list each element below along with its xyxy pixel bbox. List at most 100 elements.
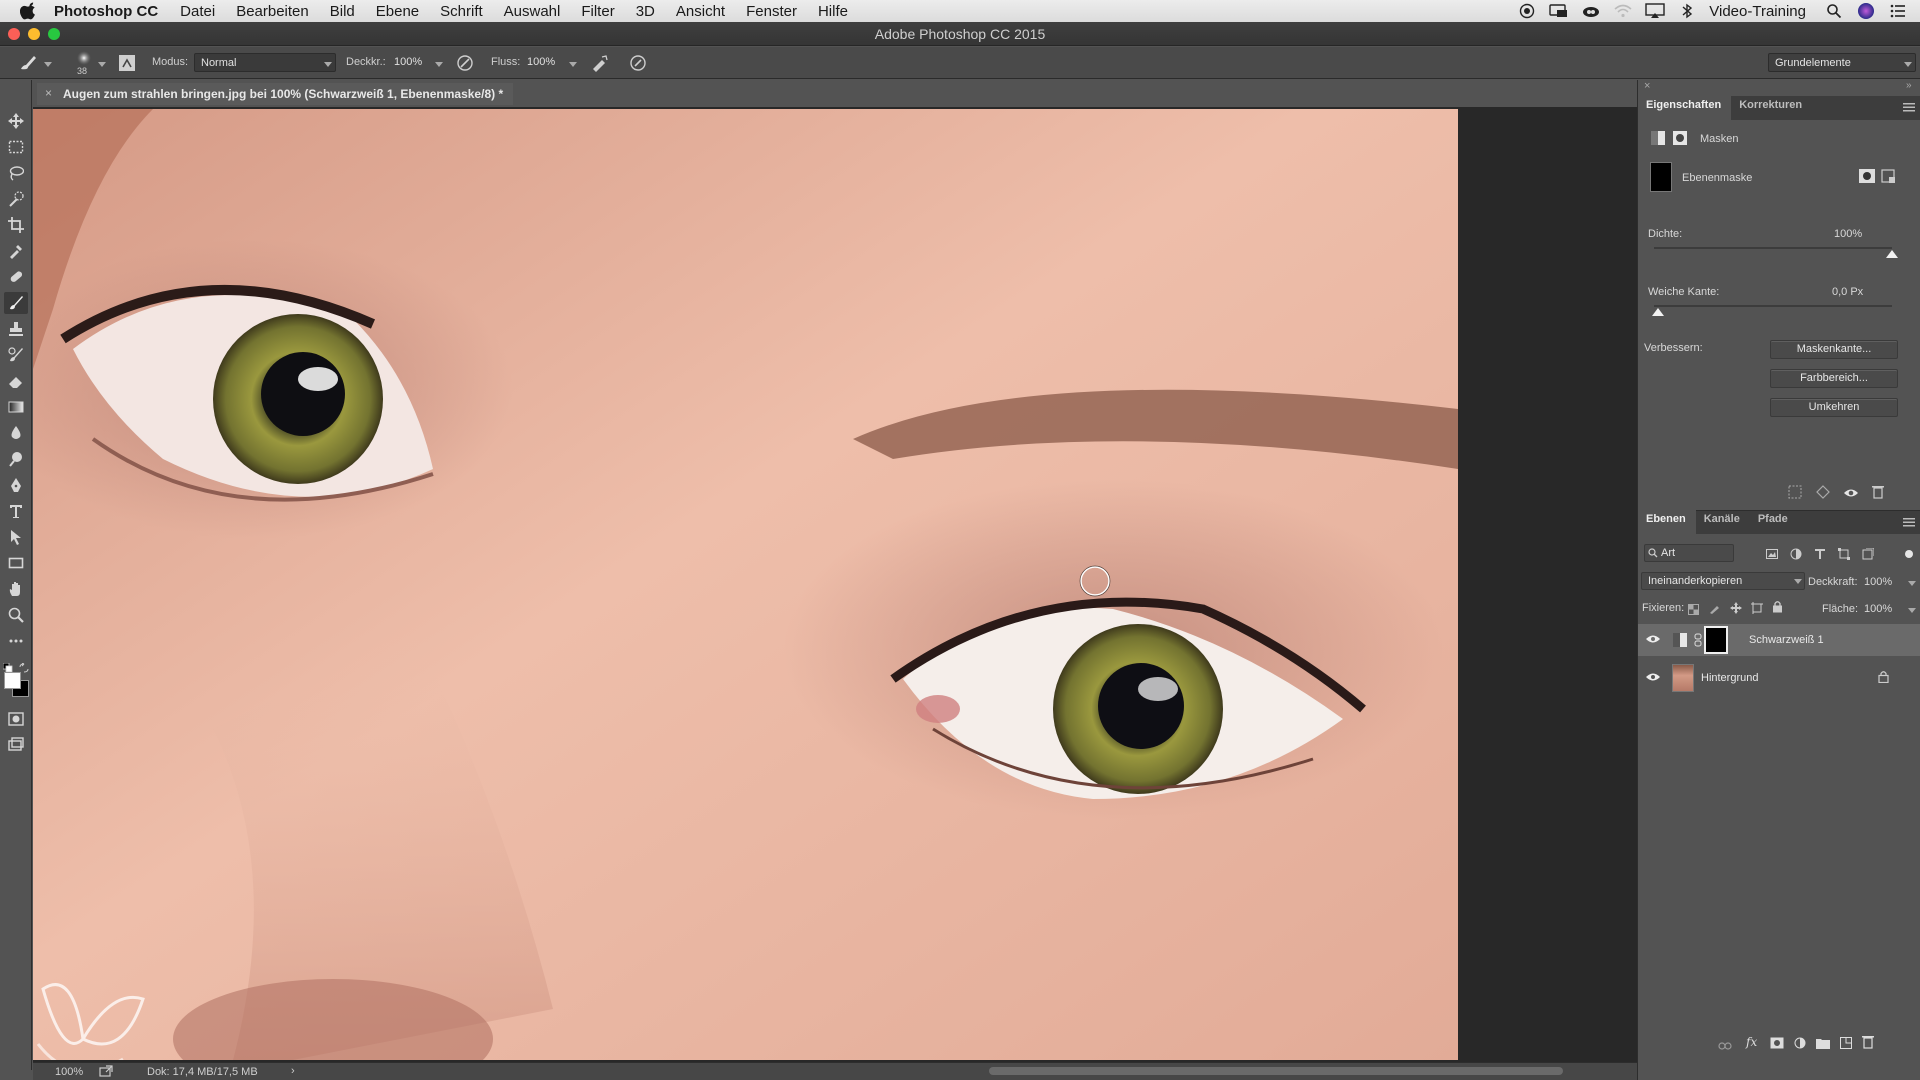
menu-bearbeiten[interactable]: Bearbeiten xyxy=(236,3,309,20)
flow-dropdown[interactable] xyxy=(569,62,577,67)
menu-3d[interactable]: 3D xyxy=(636,3,655,20)
tab-ebenen[interactable]: Ebenen xyxy=(1638,510,1696,534)
brush-panel-toggle-icon[interactable] xyxy=(118,54,136,75)
rectangle-tool-icon[interactable] xyxy=(4,552,28,574)
load-selection-icon[interactable] xyxy=(1788,485,1802,504)
menu-bild[interactable]: Bild xyxy=(330,3,355,20)
lock-transparency-icon[interactable] xyxy=(1688,602,1699,620)
workspace-switcher[interactable]: Grundelemente xyxy=(1768,53,1916,72)
tool-preset-dropdown[interactable] xyxy=(44,62,52,67)
healing-brush-tool-icon[interactable] xyxy=(4,266,28,288)
brush-tool-icon[interactable] xyxy=(4,292,28,314)
menu-datei[interactable]: Datei xyxy=(180,3,215,20)
airbrush-icon[interactable] xyxy=(590,54,608,75)
panel-close-icon[interactable]: × xyxy=(1644,80,1650,92)
filter-toggle-icon[interactable] xyxy=(1904,546,1914,564)
quick-selection-tool-icon[interactable] xyxy=(4,188,28,210)
tab-kanaele[interactable]: Kanäle xyxy=(1696,510,1750,534)
hand-tool-icon[interactable] xyxy=(4,578,28,600)
lock-pixels-icon[interactable] xyxy=(1709,601,1721,619)
layers-menu-icon[interactable] xyxy=(1903,517,1915,530)
siri-icon[interactable] xyxy=(1856,3,1876,19)
toggle-mask-visibility-icon[interactable] xyxy=(1843,486,1859,504)
link-layers-icon[interactable] xyxy=(1718,1038,1732,1056)
filter-shape-icon[interactable] xyxy=(1838,547,1850,565)
clone-stamp-tool-icon[interactable] xyxy=(4,318,28,340)
mode-select[interactable]: Normal xyxy=(194,53,336,72)
spotlight-search-icon[interactable] xyxy=(1824,3,1844,19)
status-menu-arrow[interactable]: › xyxy=(291,1065,295,1077)
mask-link-icon[interactable] xyxy=(1694,633,1702,650)
add-vector-mask-icon[interactable] xyxy=(1880,168,1896,189)
blend-mode-select[interactable]: Ineinanderkopieren xyxy=(1641,572,1805,590)
history-brush-tool-icon[interactable] xyxy=(4,344,28,366)
notification-center-icon[interactable] xyxy=(1888,3,1908,19)
fill-caret[interactable] xyxy=(1908,608,1916,613)
new-group-icon[interactable] xyxy=(1816,1036,1830,1054)
pressure-opacity-icon[interactable] xyxy=(456,54,474,75)
menu-filter[interactable]: Filter xyxy=(581,3,614,20)
add-mask-icon[interactable] xyxy=(1770,1036,1784,1054)
pixel-mask-icon[interactable] xyxy=(1650,130,1666,151)
tab-korrekturen[interactable]: Korrekturen xyxy=(1731,96,1812,120)
bluetooth-icon[interactable] xyxy=(1677,3,1697,19)
panel-collapse-icon[interactable]: » xyxy=(1906,80,1912,91)
opacity-dropdown[interactable] xyxy=(435,62,443,67)
layer-mask-thumbnail[interactable] xyxy=(1704,626,1728,654)
feather-slider-track[interactable] xyxy=(1654,305,1892,307)
layer-style-icon[interactable]: fx xyxy=(1746,1035,1757,1049)
filter-type-icon[interactable] xyxy=(1814,547,1826,565)
close-document-icon[interactable]: × xyxy=(45,86,52,100)
screen-mode-icon[interactable] xyxy=(4,734,28,756)
marquee-tool-icon[interactable] xyxy=(4,136,28,158)
eraser-tool-icon[interactable] xyxy=(4,370,28,392)
user-menu[interactable]: Video-Training xyxy=(1709,3,1806,20)
canvas-area[interactable] xyxy=(33,107,1637,1062)
menu-auswahl[interactable]: Auswahl xyxy=(504,3,561,20)
crop-tool-icon[interactable] xyxy=(4,214,28,236)
airplay-icon[interactable] xyxy=(1645,3,1665,19)
menu-schrift[interactable]: Schrift xyxy=(440,3,483,20)
opacity-value[interactable]: 100% xyxy=(394,56,422,68)
display-icon[interactable] xyxy=(1549,3,1569,19)
delete-mask-icon[interactable] xyxy=(1872,485,1884,504)
feather-slider-thumb[interactable] xyxy=(1652,308,1664,316)
new-adjustment-layer-icon[interactable] xyxy=(1794,1036,1806,1054)
tab-eigenschaften[interactable]: Eigenschaften xyxy=(1638,96,1732,120)
pressure-size-icon[interactable] xyxy=(629,54,647,75)
type-tool-icon[interactable] xyxy=(4,500,28,522)
menu-ansicht[interactable]: Ansicht xyxy=(676,3,725,20)
lock-position-icon[interactable] xyxy=(1730,601,1742,619)
tab-pfade[interactable]: Pfade xyxy=(1750,510,1798,534)
horizontal-scrollbar[interactable] xyxy=(989,1067,1563,1075)
layer-name[interactable]: Hintergrund xyxy=(1701,672,1758,684)
zoom-level[interactable]: 100% xyxy=(55,1066,83,1078)
brush-tool-preset-icon[interactable] xyxy=(18,54,38,75)
more-tools-icon[interactable] xyxy=(4,630,28,652)
pen-tool-icon[interactable] xyxy=(4,474,28,496)
layer-row-schwarzweiss[interactable]: Schwarzweiß 1 xyxy=(1638,624,1920,656)
move-tool-icon[interactable] xyxy=(4,110,28,132)
new-layer-icon[interactable] xyxy=(1840,1036,1852,1054)
layer-opacity-value[interactable]: 100% xyxy=(1864,576,1892,588)
record-icon[interactable] xyxy=(1517,3,1537,19)
filter-adjustment-icon[interactable] xyxy=(1790,547,1802,565)
density-slider-thumb[interactable] xyxy=(1886,250,1898,258)
path-selection-tool-icon[interactable] xyxy=(4,526,28,548)
density-slider-track[interactable] xyxy=(1654,247,1892,249)
flow-value[interactable]: 100% xyxy=(527,56,555,68)
background-layer-thumbnail[interactable] xyxy=(1672,664,1694,692)
quick-mask-icon[interactable] xyxy=(4,708,28,730)
wifi-icon[interactable] xyxy=(1613,3,1633,19)
filter-pixel-icon[interactable] xyxy=(1766,547,1778,565)
lock-all-icon[interactable] xyxy=(1772,600,1783,618)
layer-opacity-caret[interactable] xyxy=(1908,581,1916,586)
visibility-eye-icon[interactable] xyxy=(1646,672,1660,682)
document-canvas[interactable] xyxy=(33,109,1458,1060)
export-icon[interactable] xyxy=(99,1065,113,1080)
delete-layer-icon[interactable] xyxy=(1862,1035,1874,1054)
layer-row-hintergrund[interactable]: Hintergrund xyxy=(1638,662,1920,694)
density-value[interactable]: 100% xyxy=(1834,228,1862,240)
eyedropper-tool-icon[interactable] xyxy=(4,240,28,262)
feather-value[interactable]: 0,0 Px xyxy=(1832,286,1863,298)
